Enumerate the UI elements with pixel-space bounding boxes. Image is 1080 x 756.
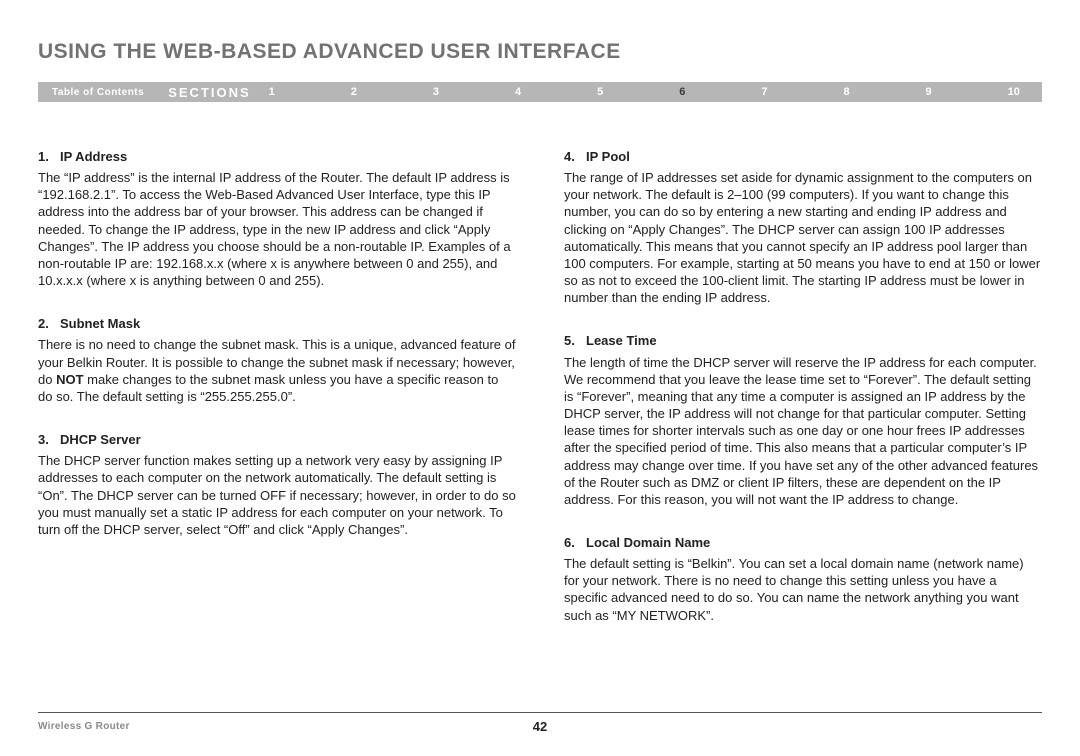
section-dhcp-server: 3.DHCP Server The DHCP server function m… (38, 431, 516, 538)
section-title: DHCP Server (60, 432, 141, 447)
section-number: 4. (564, 148, 586, 165)
section-heading: 6.Local Domain Name (564, 534, 1042, 551)
section-body: There is no need to change the subnet ma… (38, 336, 516, 405)
section-link-10[interactable]: 10 (1008, 86, 1020, 98)
section-title: Lease Time (586, 333, 657, 348)
section-title: Subnet Mask (60, 316, 140, 331)
page-title: USING THE WEB-BASED ADVANCED USER INTERF… (38, 40, 1042, 64)
product-name: Wireless G Router (38, 721, 130, 732)
section-link-5[interactable]: 5 (597, 86, 603, 98)
section-title: IP Address (60, 149, 127, 164)
section-body: The length of time the DHCP server will … (564, 354, 1042, 508)
section-heading: 5.Lease Time (564, 332, 1042, 349)
section-link-1[interactable]: 1 (269, 86, 275, 98)
right-column: 4.IP Pool The range of IP addresses set … (564, 148, 1042, 650)
section-lease-time: 5.Lease Time The length of time the DHCP… (564, 332, 1042, 508)
section-body: The “IP address” is the internal IP addr… (38, 169, 516, 289)
section-link-8[interactable]: 8 (843, 86, 849, 98)
section-link-3[interactable]: 3 (433, 86, 439, 98)
section-numbers: 1 2 3 4 5 6 7 8 9 10 (269, 86, 1042, 98)
content-columns: 1.IP Address The “IP address” is the int… (38, 148, 1042, 650)
section-link-9[interactable]: 9 (926, 86, 932, 98)
section-subnet-mask: 2.Subnet Mask There is no need to change… (38, 315, 516, 405)
document-page: USING THE WEB-BASED ADVANCED USER INTERF… (0, 0, 1080, 756)
body-post: make changes to the subnet mask unless y… (38, 372, 498, 404)
section-link-2[interactable]: 2 (351, 86, 357, 98)
body-bold: NOT (56, 372, 83, 387)
section-number: 5. (564, 332, 586, 349)
section-navbar: Table of Contents SECTIONS 1 2 3 4 5 6 7… (38, 82, 1042, 102)
section-number: 6. (564, 534, 586, 551)
section-heading: 1.IP Address (38, 148, 516, 165)
section-link-7[interactable]: 7 (761, 86, 767, 98)
section-link-6[interactable]: 6 (679, 86, 685, 98)
page-number: 42 (533, 719, 547, 734)
left-column: 1.IP Address The “IP address” is the int… (38, 148, 516, 650)
toc-link[interactable]: Table of Contents (38, 87, 158, 98)
section-link-4[interactable]: 4 (515, 86, 521, 98)
section-heading: 3.DHCP Server (38, 431, 516, 448)
section-body: The DHCP server function makes setting u… (38, 452, 516, 538)
section-ip-pool: 4.IP Pool The range of IP addresses set … (564, 148, 1042, 306)
section-number: 1. (38, 148, 60, 165)
section-body: The range of IP addresses set aside for … (564, 169, 1042, 306)
section-title: Local Domain Name (586, 535, 710, 550)
section-heading: 2.Subnet Mask (38, 315, 516, 332)
section-number: 3. (38, 431, 60, 448)
section-ip-address: 1.IP Address The “IP address” is the int… (38, 148, 516, 289)
section-number: 2. (38, 315, 60, 332)
section-local-domain-name: 6.Local Domain Name The default setting … (564, 534, 1042, 624)
page-footer: Wireless G Router 42 (38, 712, 1042, 732)
section-heading: 4.IP Pool (564, 148, 1042, 165)
section-title: IP Pool (586, 149, 630, 164)
sections-label: SECTIONS (158, 85, 268, 100)
section-body: The default setting is “Belkin”. You can… (564, 555, 1042, 624)
